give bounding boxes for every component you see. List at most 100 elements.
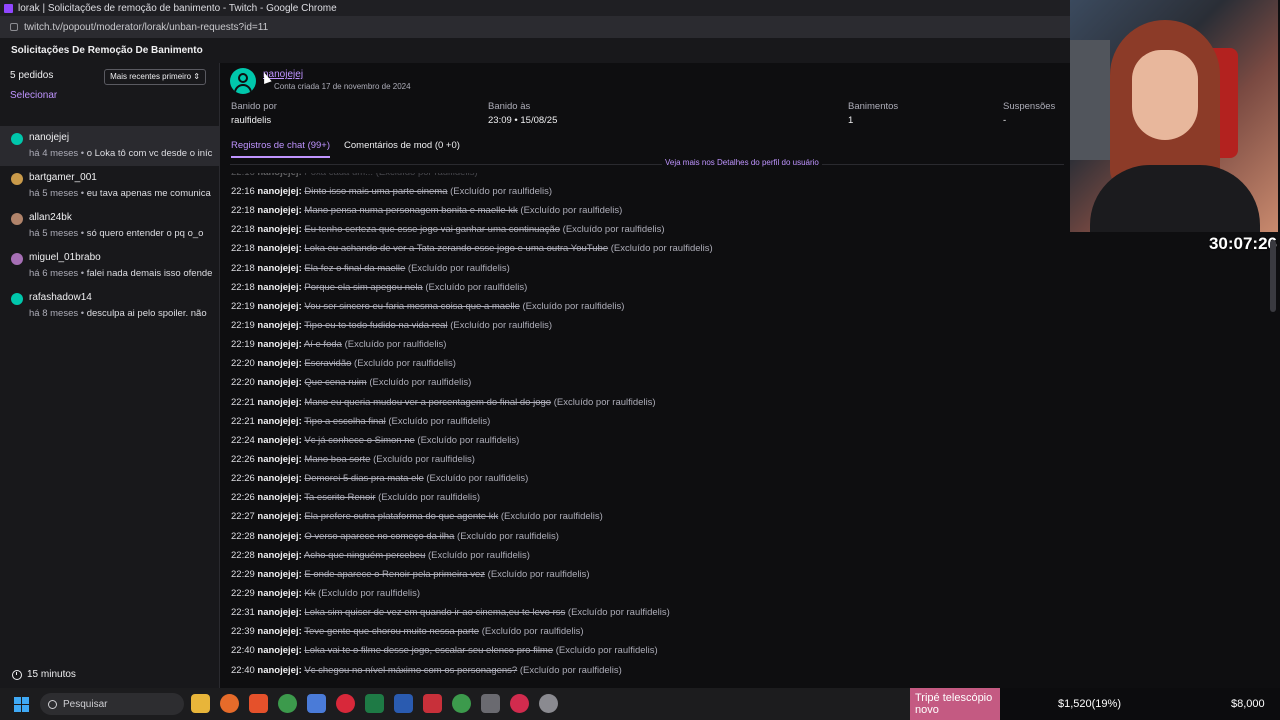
bans-count: Banimentos 1 [848,101,898,126]
divider [230,164,1064,165]
deleted-message-text: Loka sim quiser de vez em quando ir ao c… [304,607,566,619]
deleted-message-text: Vc já conhece o Simon ne [304,434,415,446]
profile-details-link[interactable]: Veja mais nos Detalhes do perfil do usuá… [662,158,822,167]
message-username: nanojejej: [257,319,302,331]
deleted-by-note: (Excluído por raulfidelis) [519,664,622,676]
message-time: 22:20 [231,358,255,370]
message-username: nanojejej: [257,224,302,236]
message-username: nanojejej: [257,173,301,178]
message-username: nanojejej: [257,607,302,619]
request-age: há 8 meses • [29,308,85,319]
opera-icon[interactable] [336,694,355,713]
request-item[interactable]: allan24bk há 5 meses • só quero entender … [0,206,219,246]
message-username: nanojejej: [257,205,302,217]
site-info-icon[interactable] [10,23,18,31]
deleted-by-note: (Excluído por raulfidelis) [318,587,421,599]
taskbar-search[interactable]: Pesquisar [40,693,184,715]
file-explorer-icon[interactable] [191,694,210,713]
message-time: 22:19 [231,339,255,351]
chat-message: 22:27 nanojejej: Ela prefere outra plata… [231,507,1061,526]
deleted-by-note: (Excluído por raulfidelis) [520,205,623,217]
webcam-feed [1070,0,1278,232]
message-time: 22:19 [231,300,255,312]
deleted-message-text: Acho que ninguém percebeu [303,549,426,561]
browser-titlebar: lorak | Solicitações de remoção de banim… [0,0,1070,16]
firefox-icon[interactable] [220,694,239,713]
avatar[interactable] [230,68,256,94]
deleted-by-note: (Excluído por raulfidelis) [426,473,529,485]
detail-tabs: Registros de chat (99+) Comentários de m… [231,140,460,158]
chat-message: 22:18 nanojejej: Loka eu achando de ver … [231,239,1061,258]
taskbar: Pesquisar Tripé telescópio novo $1,520(1… [0,688,1280,720]
chat-message: 22:28 nanojejej: Acho que ninguém perceb… [231,546,1061,565]
message-username: nanojejej: [257,339,302,351]
deleted-message-text: Eu tenho certeza que esse jogo vai ganha… [304,224,561,236]
calendar-icon[interactable] [423,694,442,713]
taskbar-apps [191,694,558,713]
deleted-message-text: Aí e foda [303,339,342,351]
ticker-price-1: $1,520(19%) [1058,698,1121,710]
message-username: nanojejej: [257,492,302,504]
message-username: nanojejej: [257,434,302,446]
chrome-active-icon[interactable] [452,694,471,713]
deleted-by-note: (Excluído por raulfidelis) [487,568,590,580]
message-username: nanojejej: [257,300,302,312]
message-time: 22:20 [231,377,255,389]
chat-message: 22:16 nanojejej: Dinto isso mais uma par… [231,182,1061,201]
word-icon[interactable] [394,694,413,713]
message-username: nanojejej: [257,511,302,523]
select-link[interactable]: Selecionar [10,90,57,101]
chat-log[interactable]: 22:16 nanojejej: Poxa cada um... (Excluí… [231,173,1061,688]
message-username: nanojejej: [257,186,302,197]
deleted-by-note: (Excluído por raulfidelis) [388,415,491,427]
url-text[interactable]: twitch.tv/popout/moderator/lorak/unban-r… [24,22,268,33]
account-created: Conta criada 17 de novembro de 2024 [274,82,411,91]
deleted-message-text: Mano pensa numa personagem bonita e mael… [304,205,518,217]
deleted-message-text: Mano boa sorte [304,453,371,465]
avatar [11,253,23,265]
message-username: nanojejej: [257,664,302,676]
deleted-by-note: (Excluído por raulfidelis) [457,530,559,542]
scrollbar[interactable] [1270,240,1276,312]
windows-start-icon[interactable] [14,697,29,712]
chat-message: 22:26 nanojejej: Ta escrito Renoir (Excl… [231,488,1061,507]
message-username: nanojejej: [257,358,302,370]
message-time: 22:18 [231,243,255,255]
suspensions-value: - [1003,115,1007,126]
settings-icon[interactable] [539,694,558,713]
brave-icon[interactable] [249,694,268,713]
request-message: desculpa ai pelo spoiler. não [86,308,207,319]
message-username: nanojejej: [257,549,302,561]
excel-icon[interactable] [365,694,384,713]
request-detail: nanojejej Conta criada 17 de novembro de… [221,63,1070,688]
chrome-icon[interactable] [278,694,297,713]
message-username: nanojejej: [257,568,302,580]
banned-at-value: 23:09 • 15/08/25 [488,115,558,126]
sort-dropdown[interactable]: Mais recentes primeiro ⇕ [104,69,206,85]
message-time: 22:18 [231,224,255,236]
request-item[interactable]: rafashadow14 há 8 meses • desculpa ai pel… [0,286,219,326]
address-bar[interactable]: twitch.tv/popout/moderator/lorak/unban-r… [0,16,1070,38]
request-item[interactable]: miguel_01brabo há 6 meses • falei nada de… [0,246,219,286]
chat-message: 22:18 nanojejej: Mano pensa numa persona… [231,201,1061,220]
tab-chat-logs[interactable]: Registros de chat (99+) [231,140,331,158]
suspensions-label: Suspensões [1003,101,1056,112]
avatar [11,213,23,225]
message-time: 22:28 [231,530,255,542]
tab-mod-comments[interactable]: Comentários de mod (0 +0) [344,140,460,158]
message-username: nanojejej: [257,281,302,293]
deleted-by-note: (Excluído por raulfidelis) [500,511,603,523]
message-time: 22:28 [231,549,255,561]
deleted-message-text: Poxa cada um... [304,173,373,178]
app-icon[interactable] [307,694,326,713]
request-age: há 6 meses • [29,268,85,279]
chat-message: 22:26 nanojejej: Mano boa sorte (Excluíd… [231,450,1061,469]
request-item[interactable]: nanojejej há 4 meses • o Loka tô com vc d… [0,126,219,166]
request-item[interactable]: bartgamer_001 há 5 meses • eu tava apenas… [0,166,219,206]
message-time: 22:40 [231,645,255,657]
media-player-icon[interactable] [510,694,529,713]
calculator-icon[interactable] [481,694,500,713]
message-username: nanojejej: [257,415,302,427]
chat-message: 22:29 nanojejej: Kk (Excluído por raulfi… [231,584,1061,603]
deleted-by-note: (Excluído por raulfidelis) [378,492,481,504]
